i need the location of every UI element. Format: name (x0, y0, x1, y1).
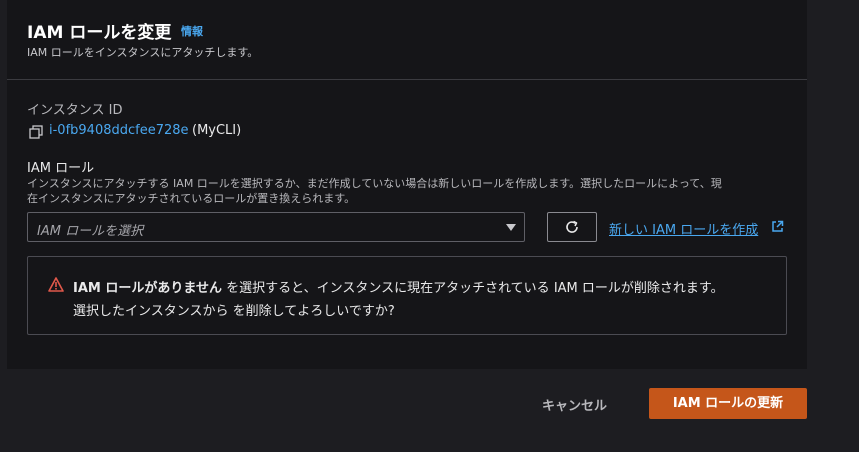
caret-down-icon (506, 224, 516, 231)
modify-iam-role-panel: IAM ロールを変更 情報 IAM ロールをインスタンスにアタッチします。 イン… (7, 0, 807, 369)
alert-bold-text: IAM ロールがありません (73, 281, 222, 296)
iam-role-label: IAM ロール (27, 161, 95, 176)
refresh-icon (566, 220, 578, 233)
page-title: IAM ロールを変更 (27, 23, 172, 43)
update-iam-role-button[interactable]: IAM ロールの更新 (649, 388, 807, 419)
instance-name: (MyCLI) (192, 123, 242, 138)
instance-id-link[interactable]: i-0fb9408ddcfee728e (49, 123, 189, 138)
refresh-button[interactable] (547, 212, 597, 242)
warning-icon (48, 277, 64, 292)
alert-message-line-2: 選択したインスタンスから を削除してよろしいですか? (73, 304, 395, 319)
alert-rest-text: を選択すると、インスタンスに現在アタッチされている IAM ロールが削除されます… (221, 281, 724, 296)
iam-role-select[interactable]: IAM ロールを選択 (27, 212, 525, 242)
page-subtitle: IAM ロールをインスタンスにアタッチします。 (27, 46, 259, 59)
alert-message-line-1: IAM ロールがありません を選択すると、インスタンスに現在アタッチされている … (73, 277, 724, 296)
warning-alert: IAM ロールがありません を選択すると、インスタンスに現在アタッチされている … (27, 256, 787, 335)
instance-id-label: インスタンス ID (27, 103, 123, 118)
iam-role-select-placeholder: IAM ロールを選択 (37, 224, 144, 239)
panel-header: IAM ロールを変更 情報 IAM ロールをインスタンスにアタッチします。 (7, 0, 807, 80)
iam-role-description-line-1: インスタンスにアタッチする IAM ロールを選択するか、まだ作成していない場合は… (27, 177, 722, 190)
cancel-button[interactable]: キャンセル (542, 395, 607, 414)
create-iam-role-link[interactable]: 新しい IAM ロールを作成 (609, 219, 758, 238)
info-link[interactable]: 情報 (181, 23, 203, 39)
iam-role-description-line-2: 在インスタンスにアタッチされているロールが置き換えられます。 (27, 192, 356, 205)
copy-icon[interactable] (29, 123, 45, 141)
iam-role-description: インスタンスにアタッチする IAM ロールを選択するか、まだ作成していない場合は… (27, 176, 797, 206)
external-link-icon[interactable] (771, 220, 784, 233)
